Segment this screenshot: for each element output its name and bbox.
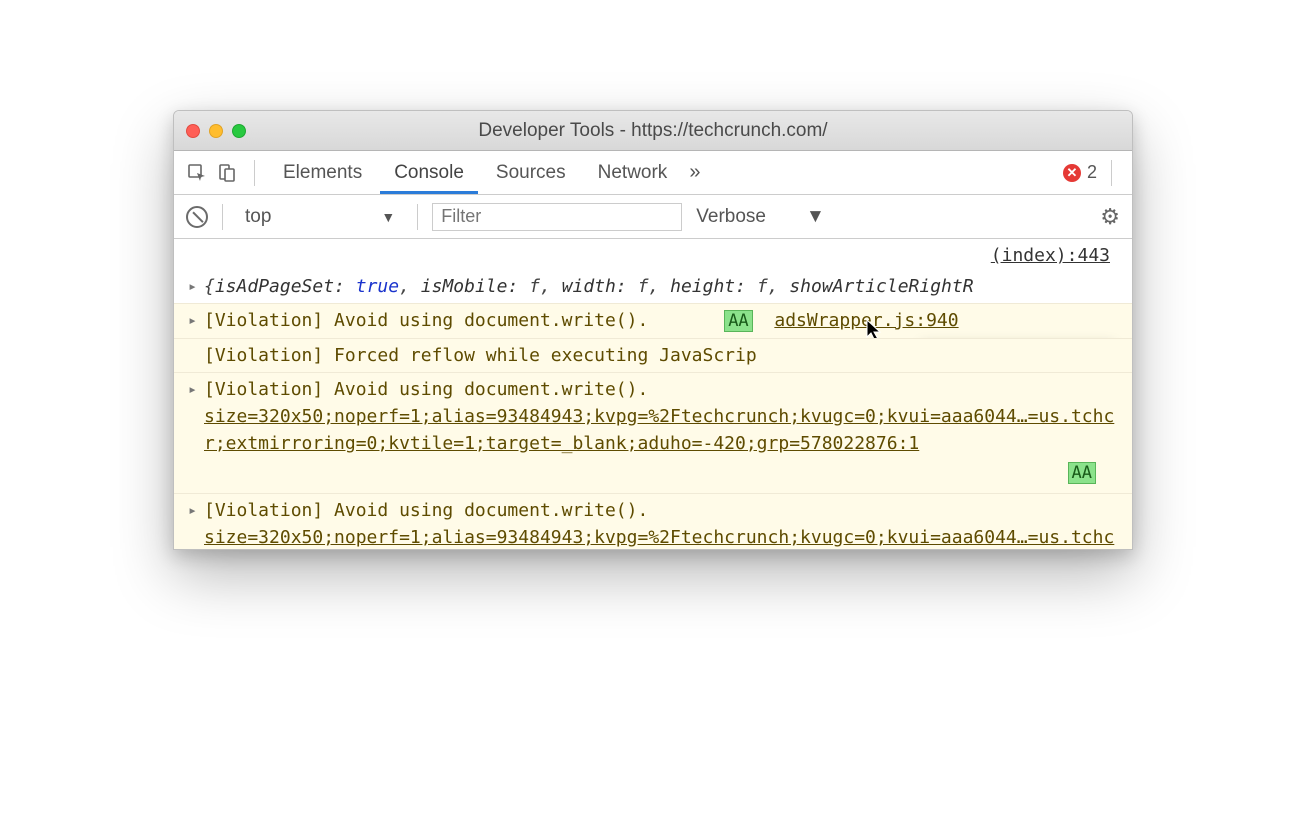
chevron-down-icon: ▼ <box>381 209 395 225</box>
separator <box>1111 160 1112 186</box>
minimize-icon[interactable] <box>209 124 223 138</box>
filter-input[interactable] <box>432 203 682 231</box>
traffic-lights <box>186 124 246 138</box>
more-tabs-icon[interactable]: » <box>685 161 704 184</box>
context-label: top <box>245 206 271 228</box>
context-selector[interactable]: top ▼ <box>237 204 403 230</box>
violation-text: [Violation] Avoid using document.write()… <box>204 497 1118 524</box>
tab-network[interactable]: Network <box>584 151 682 194</box>
tab-sources[interactable]: Sources <box>482 151 580 194</box>
error-count[interactable]: ✕ 2 <box>1063 162 1097 183</box>
device-toggle-icon[interactable] <box>214 163 240 183</box>
devtools-window: Developer Tools - https://techcrunch.com… <box>173 110 1133 550</box>
main-toolbar: Elements Console Sources Network » ✕ 2 <box>174 151 1132 195</box>
console-row-violation: [Violation] Forced reflow while executin… <box>174 338 1132 372</box>
window-title: Developer Tools - https://techcrunch.com… <box>174 120 1132 142</box>
violation-text: [Violation] Avoid using document.write()… <box>204 376 1118 403</box>
separator <box>254 160 255 186</box>
log-level-selector[interactable]: Verbose ▼ <box>696 206 825 228</box>
separator <box>222 204 223 230</box>
request-params-link[interactable]: size=320x50;noperf=1;alias=93484943;kvpg… <box>204 524 1118 549</box>
zoom-icon[interactable] <box>232 124 246 138</box>
error-icon: ✕ <box>1063 164 1081 182</box>
console-row-object[interactable]: {isAdPageSet: true, isMobile: f, width: … <box>174 269 1132 303</box>
console-output: (index):443 {isAdPageSet: true, isMobile… <box>174 239 1132 549</box>
titlebar: Developer Tools - https://techcrunch.com… <box>174 111 1132 151</box>
console-row-violation[interactable]: [Violation] Avoid using document.write()… <box>174 372 1132 494</box>
error-count-text: 2 <box>1087 162 1097 183</box>
third-party-badge[interactable]: AA <box>724 310 752 332</box>
close-icon[interactable] <box>186 124 200 138</box>
object-preview: {isAdPageSet: true, isMobile: f, width: … <box>204 276 974 297</box>
source-link[interactable]: (index):443 <box>174 239 1132 269</box>
clear-console-icon[interactable] <box>186 206 208 228</box>
separator <box>417 204 418 230</box>
tab-console[interactable]: Console <box>380 151 478 194</box>
gear-icon[interactable]: ⚙ <box>1100 204 1120 230</box>
violation-text: [Violation] Forced reflow while executin… <box>204 345 757 366</box>
third-party-badge[interactable]: AA <box>1068 462 1096 484</box>
inspect-icon[interactable] <box>184 163 210 183</box>
tab-elements[interactable]: Elements <box>269 151 376 194</box>
console-filter-bar: top ▼ Verbose ▼ ⚙ <box>174 195 1132 239</box>
violation-text: [Violation] Avoid using document.write()… <box>204 310 648 331</box>
console-row-violation[interactable]: [Violation] Avoid using document.write()… <box>174 493 1132 549</box>
request-params-link[interactable]: size=320x50;noperf=1;alias=93484943;kvpg… <box>204 403 1118 457</box>
chevron-down-icon: ▼ <box>806 206 825 228</box>
source-link[interactable]: adsWrapper.js:940 <box>774 310 958 331</box>
log-level-label: Verbose <box>696 206 766 228</box>
console-row-violation[interactable]: [Violation] Avoid using document.write()… <box>174 303 1132 338</box>
